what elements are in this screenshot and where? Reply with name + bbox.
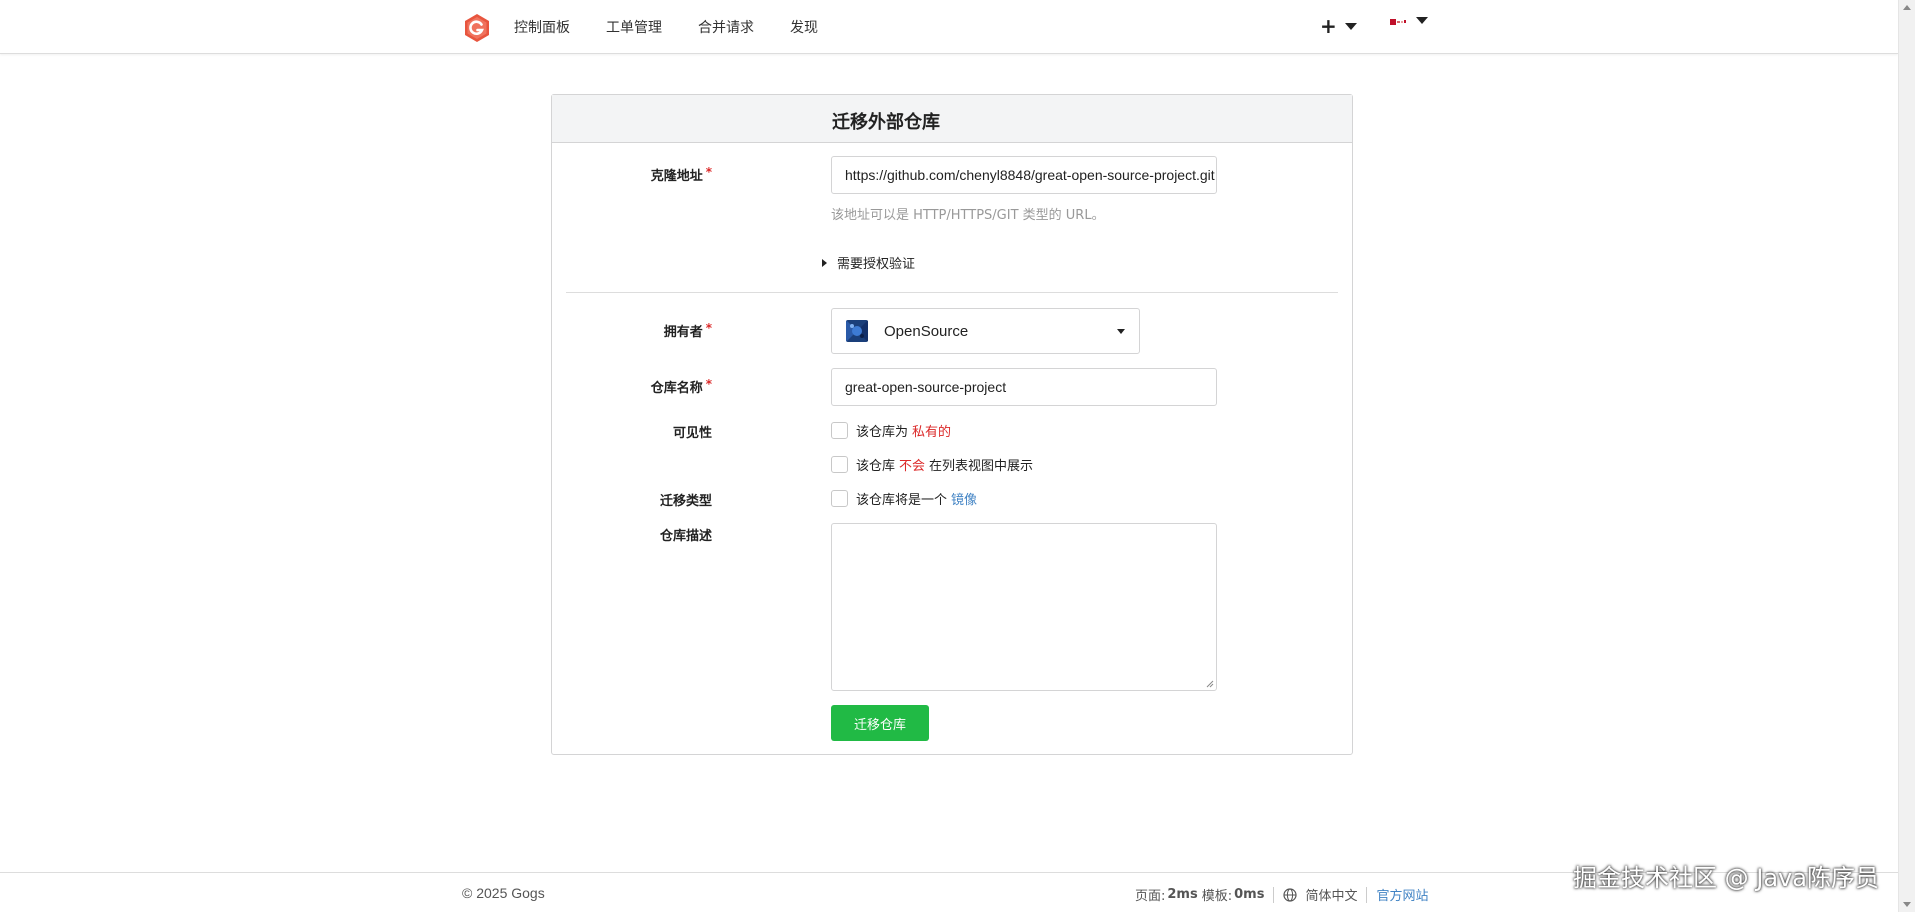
footer-divider xyxy=(1273,886,1275,903)
required-mark: * xyxy=(705,321,712,335)
description-textarea[interactable] xyxy=(831,523,1217,691)
required-mark: * xyxy=(705,165,712,179)
mirror-option[interactable]: 该仓库将是一个 镜像 xyxy=(831,489,977,508)
caret-right-icon xyxy=(822,258,827,267)
chevron-down-icon xyxy=(1344,22,1357,30)
page-title: 迁移外部仓库 xyxy=(832,112,940,133)
language-selector[interactable]: 简体中文 xyxy=(1305,885,1357,904)
owner-dropdown[interactable]: OpenSource xyxy=(831,308,1140,354)
owner-label: 拥有者 * xyxy=(663,321,712,340)
user-avatar-icon xyxy=(1390,18,1406,25)
gogs-logo-icon[interactable] xyxy=(462,13,492,43)
official-website-link[interactable]: 官方网站 xyxy=(1376,885,1428,904)
create-dropdown[interactable]: + xyxy=(1320,14,1357,38)
footer-right: 页面: 2ms 模板: 0ms 简体中文 官方网站 xyxy=(1135,885,1429,904)
vertical-scrollbar[interactable] xyxy=(1898,0,1915,912)
page-time-value: 2ms xyxy=(1167,887,1198,902)
user-menu-dropdown[interactable] xyxy=(1390,17,1428,25)
migrate-submit-button[interactable]: 迁移仓库 xyxy=(831,705,929,741)
required-mark: * xyxy=(705,377,712,391)
page-time-label: 页面: xyxy=(1135,889,1166,904)
footer-divider xyxy=(1366,886,1368,903)
private-option[interactable]: 该仓库为 私有的 xyxy=(831,421,955,440)
nav-issues[interactable]: 工单管理 xyxy=(606,17,662,37)
description-label: 仓库描述 xyxy=(659,529,712,544)
globe-icon xyxy=(1283,887,1298,902)
chevron-down-icon xyxy=(1117,329,1125,334)
unlisted-option[interactable]: 该仓库 不会 在列表视图中展示 xyxy=(831,455,1033,474)
visibility-label: 可见性 xyxy=(672,426,712,441)
copyright: © 2025 Gogs xyxy=(462,885,545,901)
scroll-up-icon[interactable] xyxy=(1903,5,1911,10)
owner-value: OpenSource xyxy=(884,322,969,340)
watermark: 掘金技术社区 @ Java陈序员 xyxy=(1573,864,1879,892)
unlisted-checkbox[interactable] xyxy=(831,456,848,473)
top-navbar: 控制面板 工单管理 合并请求 发现 + xyxy=(0,0,1898,54)
chevron-down-icon xyxy=(1416,17,1428,24)
form-header: 迁移外部仓库 xyxy=(552,95,1352,143)
org-avatar-icon xyxy=(846,320,868,342)
auth-toggle[interactable]: 需要授权验证 xyxy=(822,253,915,272)
repo-name-input[interactable]: great-open-source-project xyxy=(831,368,1217,406)
nav-dashboard[interactable]: 控制面板 xyxy=(514,17,570,37)
clone-url-label: 克隆地址 * xyxy=(650,165,712,184)
private-checkbox[interactable] xyxy=(831,422,848,439)
migration-type-label: 迁移类型 xyxy=(659,494,712,509)
migrate-repo-form: 迁移外部仓库 克隆地址 * https://github.com/chenyl88… xyxy=(551,94,1353,755)
form-divider xyxy=(566,292,1338,293)
nav-explore[interactable]: 发现 xyxy=(790,17,818,37)
plus-icon: + xyxy=(1320,14,1337,38)
resize-grip-icon[interactable] xyxy=(1206,680,1214,688)
template-time-value: 0ms xyxy=(1234,887,1265,902)
clone-url-help: 该地址可以是 HTTP/HTTPS/GIT 类型的 URL。 xyxy=(831,208,1105,223)
nav-pull-requests[interactable]: 合并请求 xyxy=(698,17,754,37)
mirror-checkbox[interactable] xyxy=(831,490,848,507)
auth-toggle-label: 需要授权验证 xyxy=(837,257,916,272)
scroll-down-icon[interactable] xyxy=(1903,902,1911,907)
clone-url-input[interactable]: https://github.com/chenyl8848/great-open… xyxy=(831,156,1217,194)
template-time-label: 模板: xyxy=(1201,889,1233,904)
repo-name-label: 仓库名称 * xyxy=(650,377,712,396)
